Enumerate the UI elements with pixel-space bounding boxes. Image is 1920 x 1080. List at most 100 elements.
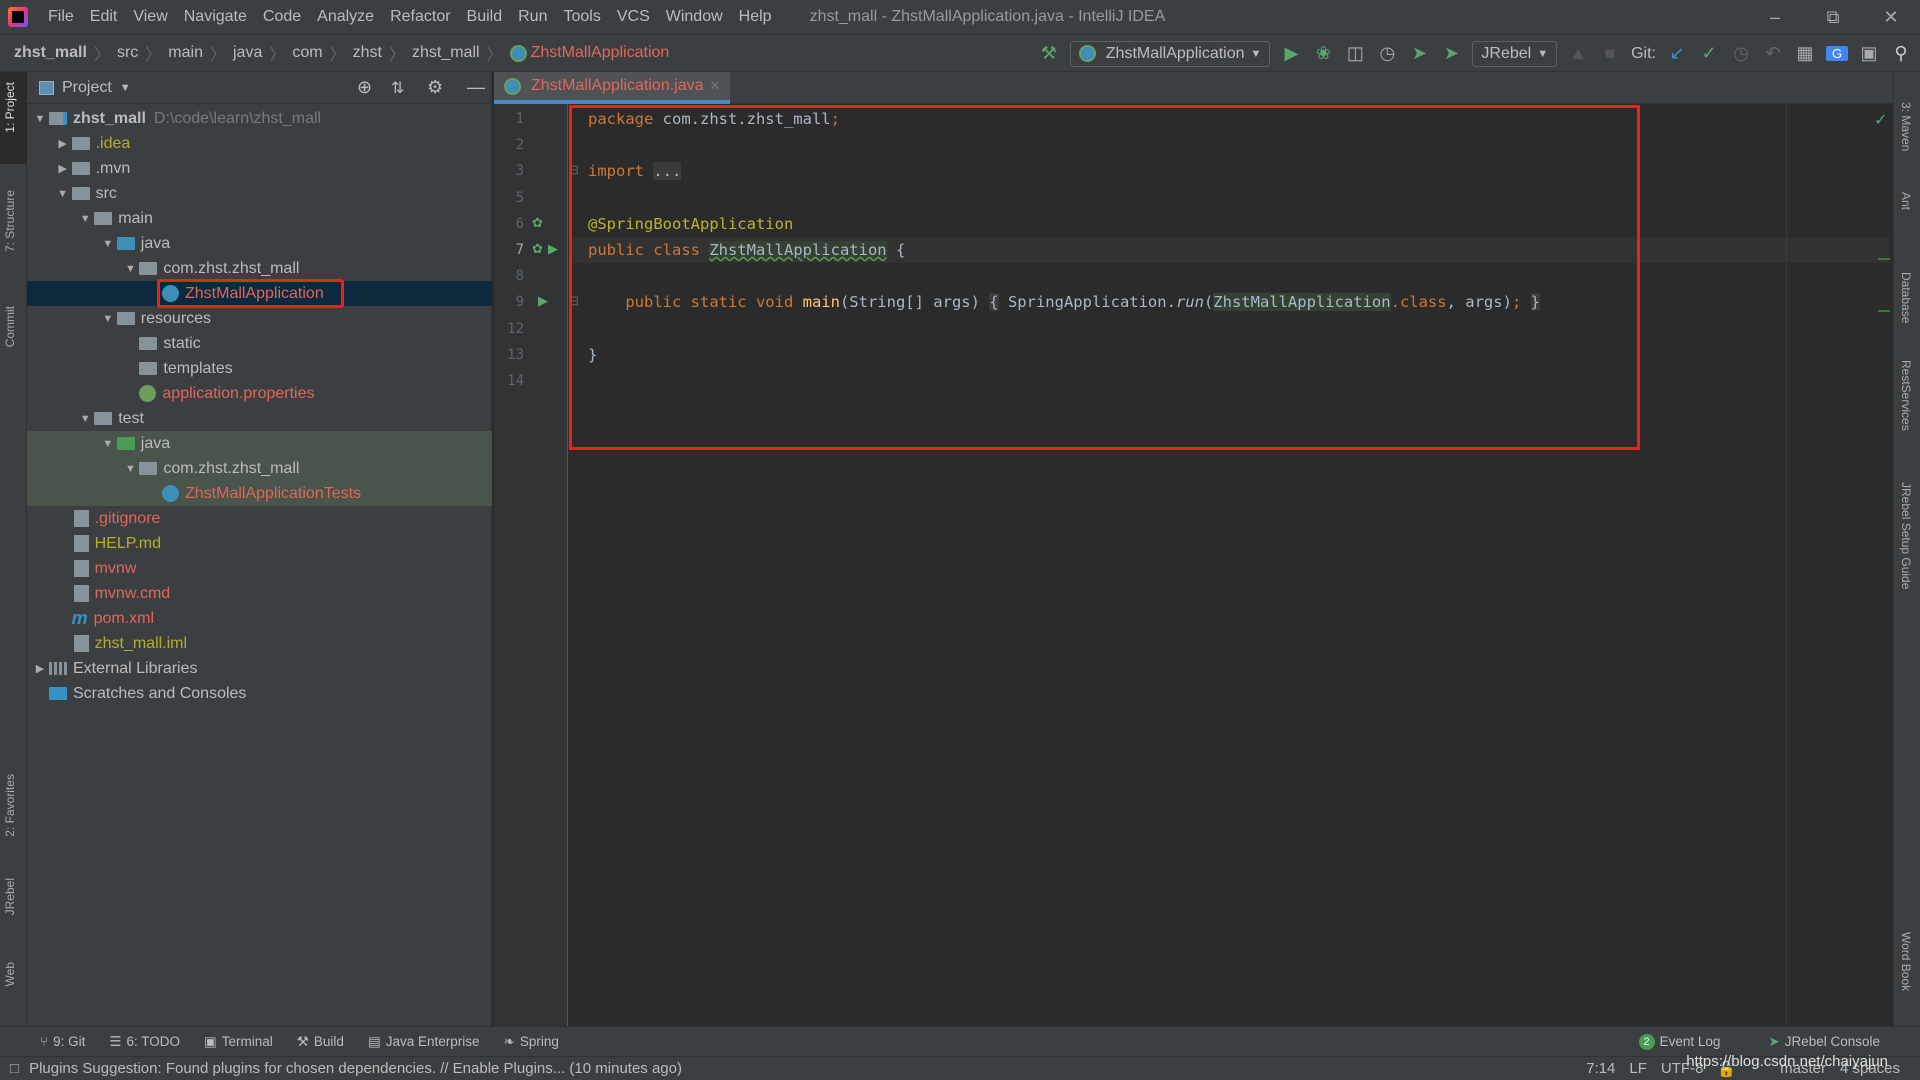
caret-position[interactable]: 7:14 bbox=[1586, 1060, 1615, 1077]
translate-icon[interactable]: G bbox=[1826, 46, 1848, 61]
tree-item[interactable]: static bbox=[27, 331, 492, 356]
hide-panel-icon[interactable]: — bbox=[467, 77, 485, 98]
tool-window-terminal[interactable]: ▣ Terminal bbox=[204, 1034, 273, 1050]
menu-code[interactable]: Code bbox=[255, 8, 309, 26]
project-structure-icon[interactable]: ▦ bbox=[1794, 43, 1816, 64]
jrebel-console-button[interactable]: ➤ JRebel Console bbox=[1768, 1034, 1880, 1050]
tree-item[interactable]: ▼ zhst_mall D:\code\learn\zhst_mall bbox=[27, 106, 492, 131]
run-icon[interactable]: ▶ bbox=[1280, 43, 1302, 64]
tool-tab-favorites[interactable]: 2: Favorites bbox=[3, 774, 17, 837]
menu-file[interactable]: File bbox=[40, 8, 82, 26]
tree-item[interactable]: mvnw.cmd bbox=[27, 581, 492, 606]
breadcrumb-item[interactable]: java bbox=[233, 44, 262, 62]
tool-tab-project[interactable]: 1: Project bbox=[3, 82, 17, 133]
menu-tools[interactable]: Tools bbox=[555, 8, 608, 26]
tree-item[interactable]: ▼ src bbox=[27, 181, 492, 206]
breadcrumb-item[interactable]: com bbox=[292, 44, 322, 62]
jrebel-dropdown[interactable]: JRebel ▼ bbox=[1472, 40, 1558, 67]
tool-tab-maven[interactable]: 3: Maven bbox=[1899, 102, 1913, 151]
jrebel-debug-icon[interactable]: ➤ bbox=[1440, 43, 1462, 64]
tree-item[interactable]: ▶ .mvn bbox=[27, 156, 492, 181]
tree-item[interactable]: ▼ resources bbox=[27, 306, 492, 331]
tool-window-spring[interactable]: ❧ Spring bbox=[504, 1034, 559, 1050]
tree-item[interactable]: mvnw bbox=[27, 556, 492, 581]
tool-tab-restservices[interactable]: RestServices bbox=[1899, 360, 1913, 431]
git-rollback-icon[interactable]: ↶ bbox=[1762, 43, 1784, 64]
tool-tab-database[interactable]: Database bbox=[1899, 272, 1913, 323]
tree-item[interactable]: templates bbox=[27, 356, 492, 381]
tree-item[interactable]: zhst_mall.iml bbox=[27, 631, 492, 656]
tool-tab-commit[interactable]: Commit bbox=[3, 306, 17, 347]
menu-run[interactable]: Run bbox=[510, 8, 555, 26]
event-log-button[interactable]: 2 Event Log bbox=[1638, 1033, 1720, 1050]
git-history-icon[interactable]: ◷ bbox=[1730, 43, 1752, 64]
run-gutter-icon[interactable]: ▶ bbox=[538, 293, 548, 309]
tree-item[interactable]: m pom.xml bbox=[27, 606, 492, 631]
breadcrumb-item[interactable]: zhst_mall bbox=[412, 44, 480, 62]
git-commit-icon[interactable]: ✓ bbox=[1698, 43, 1720, 64]
stop-icon[interactable]: ■ bbox=[1599, 43, 1621, 64]
menu-build[interactable]: Build bbox=[459, 8, 511, 26]
presentation-icon[interactable]: ▣ bbox=[1858, 43, 1880, 64]
locate-icon[interactable]: ⊕ bbox=[357, 77, 372, 98]
breadcrumb-item[interactable]: zhst bbox=[353, 44, 382, 62]
line-separator[interactable]: LF bbox=[1629, 1060, 1647, 1077]
menu-help[interactable]: Help bbox=[731, 8, 780, 26]
tree-item[interactable]: ▼ java bbox=[27, 431, 492, 456]
collapse-all-icon[interactable]: ⇅ bbox=[391, 78, 404, 98]
collapse-arrow-icon[interactable]: ▶ bbox=[54, 162, 72, 175]
expand-arrow-icon[interactable]: ▼ bbox=[121, 463, 139, 475]
tool-tab-web[interactable]: Web bbox=[3, 962, 17, 986]
project-view-selector[interactable]: Project bbox=[62, 79, 112, 97]
menu-navigate[interactable]: Navigate bbox=[176, 8, 255, 26]
menu-edit[interactable]: Edit bbox=[82, 8, 126, 26]
breadcrumb-item[interactable]: zhst_mall bbox=[14, 44, 87, 62]
expand-arrow-icon[interactable]: ▼ bbox=[76, 413, 94, 425]
tree-item[interactable]: ▼ test bbox=[27, 406, 492, 431]
tree-item[interactable]: .gitignore bbox=[27, 506, 492, 531]
tool-window-git[interactable]: ⑂ 9: Git bbox=[40, 1034, 85, 1050]
tool-tab-ant[interactable]: Ant bbox=[1899, 192, 1913, 210]
status-message[interactable]: Plugins Suggestion: Found plugins for ch… bbox=[29, 1060, 682, 1077]
tree-item[interactable]: ▶ External Libraries bbox=[27, 656, 492, 681]
minimize-button[interactable]: – bbox=[1746, 0, 1804, 35]
menu-window[interactable]: Window bbox=[658, 8, 731, 26]
spring-bean-icon[interactable]: ✿ bbox=[532, 241, 543, 257]
expand-arrow-icon[interactable]: ▼ bbox=[99, 313, 117, 325]
menu-view[interactable]: View bbox=[125, 8, 175, 26]
expand-arrow-icon[interactable]: ▼ bbox=[76, 213, 94, 225]
expand-arrow-icon[interactable]: ▼ bbox=[99, 238, 117, 250]
breadcrumb-item[interactable]: main bbox=[168, 44, 203, 62]
collapse-arrow-icon[interactable]: ▶ bbox=[54, 137, 72, 150]
attach-icon[interactable]: ▲ bbox=[1567, 43, 1589, 64]
tree-item[interactable]: HELP.md bbox=[27, 531, 492, 556]
expand-arrow-icon[interactable]: ▼ bbox=[31, 113, 49, 125]
inspection-ok-icon[interactable]: ✓ bbox=[1874, 110, 1887, 130]
profile-icon[interactable]: ◷ bbox=[1376, 43, 1398, 64]
expand-arrow-icon[interactable]: ▼ bbox=[99, 438, 117, 450]
tool-window-java-enterprise[interactable]: ▤ Java Enterprise bbox=[368, 1034, 480, 1050]
expand-arrow-icon[interactable]: ▼ bbox=[121, 263, 139, 275]
breadcrumb-item[interactable]: ZhstMallApplication bbox=[531, 44, 670, 62]
tree-item[interactable]: ▼ com.zhst.zhst_mall bbox=[27, 456, 492, 481]
tree-item[interactable]: ▶ .idea bbox=[27, 131, 492, 156]
menu-vcs[interactable]: VCS bbox=[609, 8, 658, 26]
tree-item[interactable]: ZhstMallApplicationTests bbox=[27, 481, 492, 506]
tree-item[interactable]: application.properties bbox=[27, 381, 492, 406]
tree-item[interactable]: ▼ java bbox=[27, 231, 492, 256]
tree-item[interactable]: ▼ com.zhst.zhst_mall bbox=[27, 256, 492, 281]
spring-bean-icon[interactable]: ✿ bbox=[532, 215, 543, 231]
tab-zhstmallapplication[interactable]: ZhstMallApplication.java ✕ bbox=[494, 72, 731, 104]
search-icon[interactable]: ⚲ bbox=[1890, 43, 1912, 64]
status-toggle-icon[interactable]: □ bbox=[10, 1060, 19, 1077]
tree-item[interactable]: Scratches and Consoles bbox=[27, 681, 492, 706]
breadcrumb-item[interactable]: src bbox=[117, 44, 138, 62]
menu-refactor[interactable]: Refactor bbox=[382, 8, 458, 26]
collapse-arrow-icon[interactable]: ▶ bbox=[31, 662, 49, 675]
expand-arrow-icon[interactable]: ▼ bbox=[54, 188, 72, 200]
tool-tab-jrebel[interactable]: JRebel bbox=[3, 878, 17, 915]
coverage-icon[interactable]: ◫ bbox=[1344, 43, 1366, 64]
close-tab-icon[interactable]: ✕ bbox=[710, 78, 721, 94]
restore-button[interactable]: ⧉ bbox=[1804, 0, 1862, 35]
close-window-button[interactable]: ✕ bbox=[1862, 0, 1920, 35]
